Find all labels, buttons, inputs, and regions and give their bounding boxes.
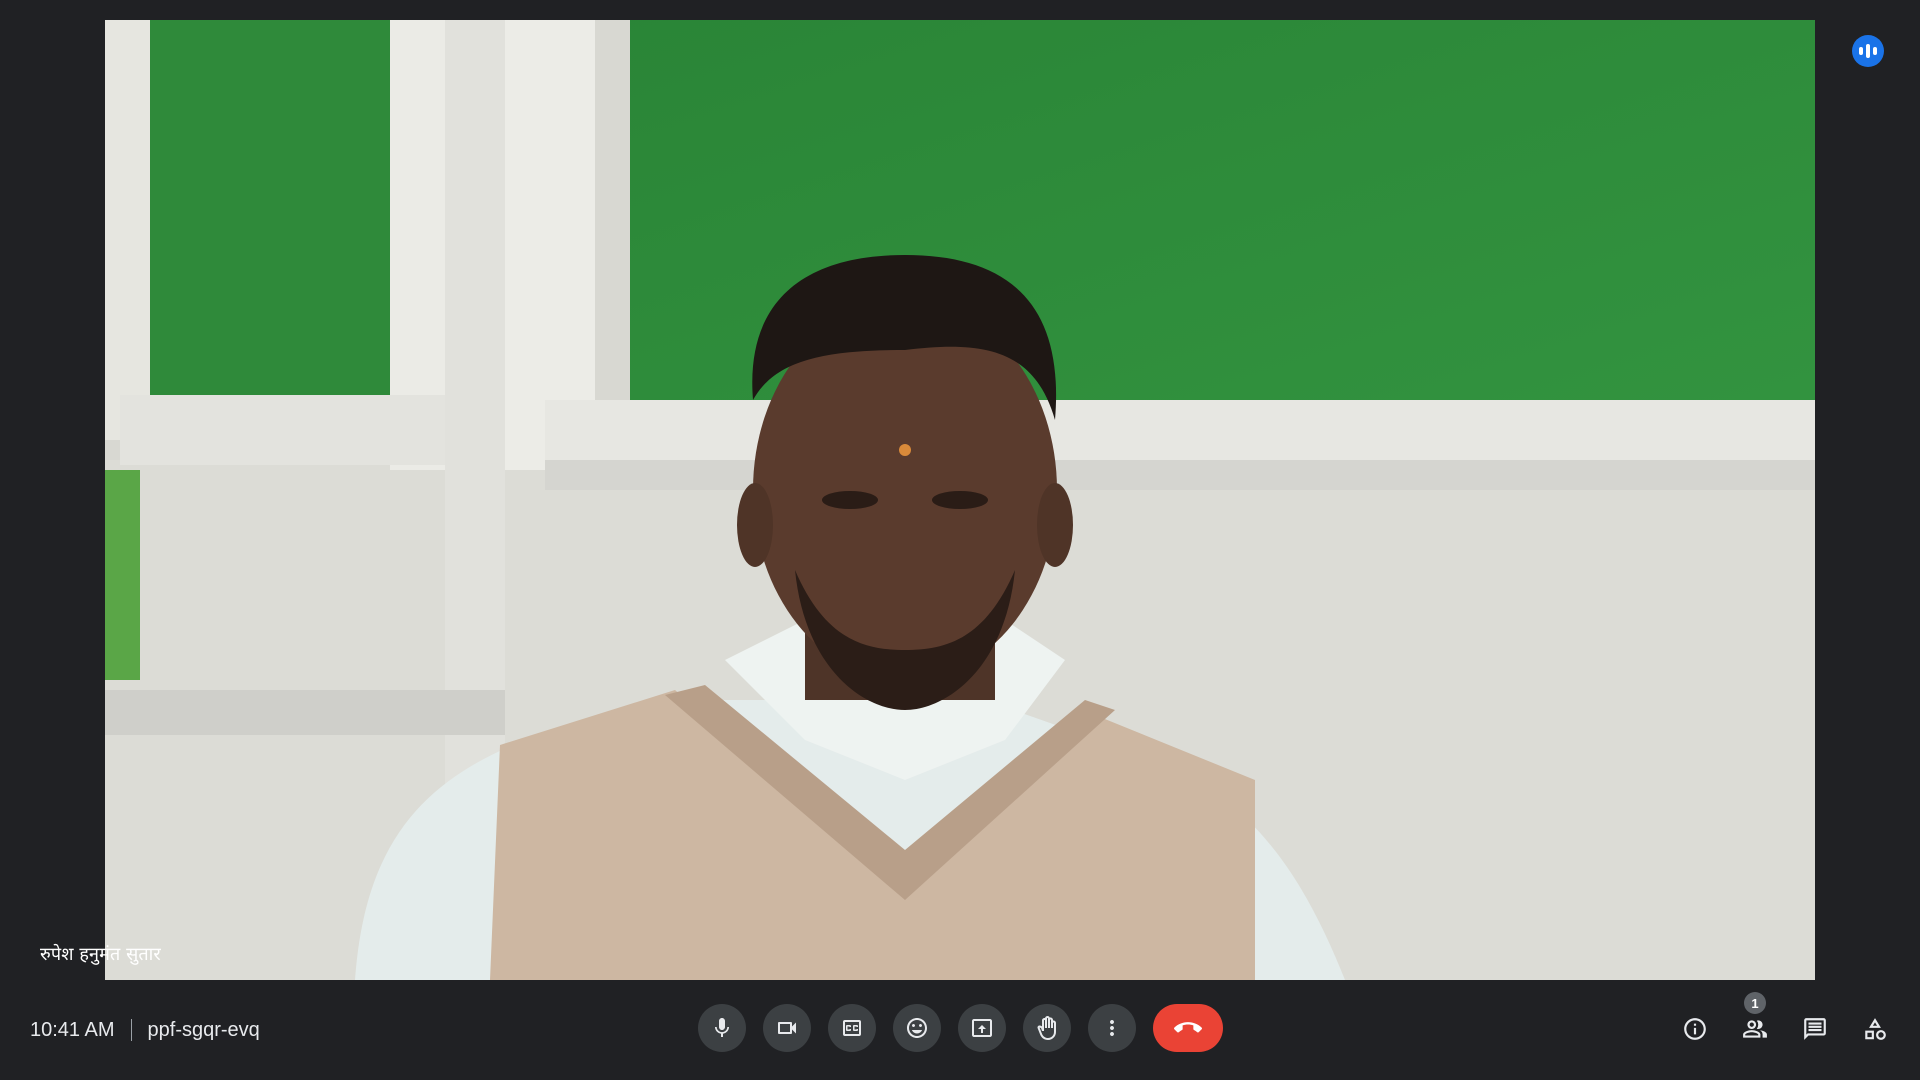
- side-panel-controls: 1: [1671, 992, 1899, 1053]
- more-options-button[interactable]: [1088, 1004, 1136, 1052]
- hand-icon: [1037, 1016, 1056, 1040]
- meeting-info-divider: [130, 1019, 132, 1041]
- meeting-code: ppf-sgqr-evq: [147, 1018, 260, 1041]
- microphone-button[interactable]: [698, 1004, 746, 1052]
- meeting-time: 10:41 AM: [30, 1018, 115, 1041]
- speaking-indicator-icon: [1852, 35, 1884, 67]
- chat-icon: [1804, 1018, 1826, 1040]
- people-count-badge: 1: [1744, 992, 1766, 1014]
- emoji-icon: [907, 1018, 927, 1038]
- participant-video: [105, 20, 1815, 980]
- present-button[interactable]: [958, 1004, 1006, 1052]
- videocam-icon: [778, 1022, 796, 1034]
- captions-button[interactable]: [828, 1004, 876, 1052]
- call-controls: [698, 1004, 1223, 1052]
- leave-call-button[interactable]: [1153, 1004, 1223, 1052]
- mic-icon: [715, 1018, 729, 1037]
- people-icon: [1743, 1020, 1767, 1038]
- info-icon: [1684, 1018, 1706, 1040]
- people-button[interactable]: 1: [1731, 992, 1779, 1053]
- raise-hand-button[interactable]: [1023, 1004, 1071, 1052]
- meeting-details-button[interactable]: [1671, 1005, 1719, 1053]
- more-vert-icon: [1110, 1020, 1114, 1036]
- present-screen-icon: [972, 1019, 992, 1037]
- call-end-icon: [1174, 1022, 1202, 1033]
- meeting-info: 10:41 AM ppf-sgqr-evq: [30, 1013, 260, 1047]
- participant-name-label: रुपेश हनुमंत सुतार: [40, 944, 161, 965]
- activities-icon: [1865, 1018, 1886, 1040]
- reactions-button[interactable]: [893, 1004, 941, 1052]
- meet-window: रुपेश हनुमंत सुतार 10:41 AM ppf-sgqr-evq: [0, 0, 1920, 1080]
- participant-video-tile[interactable]: [105, 20, 1815, 980]
- camera-button[interactable]: [763, 1004, 811, 1052]
- closed-captions-icon: [843, 1020, 861, 1036]
- activities-button[interactable]: [1851, 1005, 1899, 1053]
- chat-button[interactable]: [1791, 1005, 1839, 1053]
